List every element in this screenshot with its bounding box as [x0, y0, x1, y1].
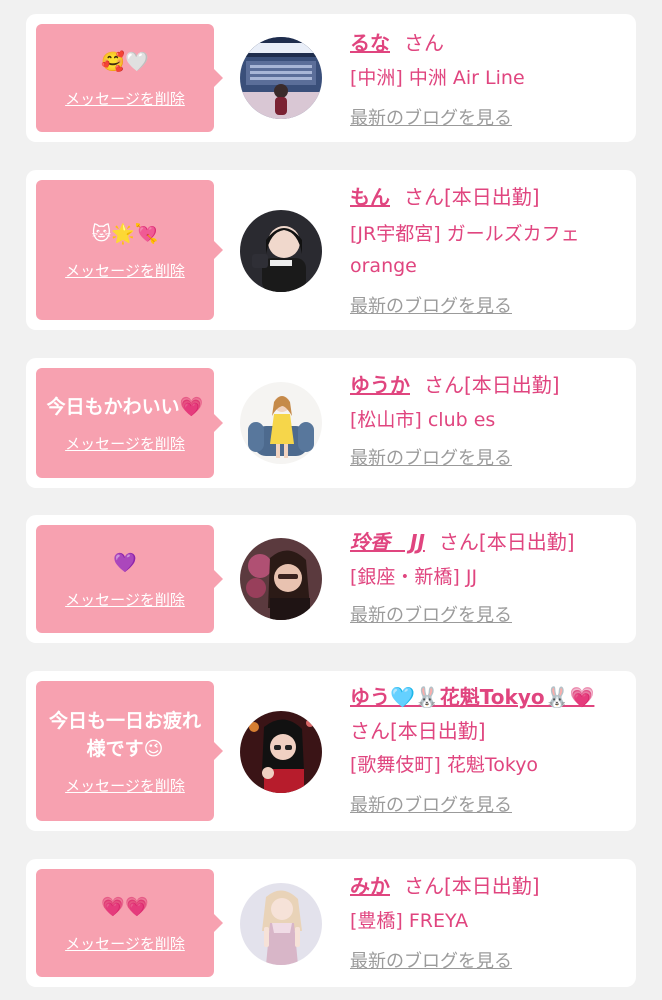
shop-info: [JR宇都宮] ガールズカフェ orange	[350, 223, 580, 277]
shop-info: [豊橋] FREYA	[350, 910, 469, 932]
latest-blog-link[interactable]: 最新のブログを見る	[350, 791, 622, 817]
attendance-badge: [本日出勤]	[444, 874, 540, 898]
delete-message-link[interactable]: メッセージを削除	[65, 775, 185, 796]
latest-blog-link[interactable]: 最新のブログを見る	[350, 947, 622, 973]
honorific: さん	[424, 373, 464, 397]
card-info: ゆう🩵🐰花魁Tokyo🐰💗 さん[本日出勤] [歌舞伎町] 花魁Tokyo 最新…	[350, 681, 622, 817]
delete-message-link[interactable]: メッセージを削除	[65, 433, 185, 454]
message-bubble: 今日も一日お疲れ様です😉 メッセージを削除	[36, 681, 223, 821]
card-info: るな さん [中洲] 中洲 Air Line 最新のブログを見る	[350, 28, 622, 130]
message-text: 🥰🤍	[101, 50, 149, 73]
delete-message-link[interactable]: メッセージを削除	[65, 260, 185, 281]
message-card: 🥰🤍 メッセージを削除 るな さん [中洲] 中洲 Air Line 最新のブロ…	[26, 14, 636, 142]
card-info: 玲香 JJ さん[本日出勤] [銀座・新橋] JJ 最新のブログを見る	[350, 527, 622, 627]
message-text: 今日も一日お疲れ様です😉	[48, 709, 201, 760]
message-bubble: 🐱🌟💘 メッセージを削除	[36, 180, 223, 320]
attendance-badge: [本日出勤]	[478, 530, 575, 554]
avatar[interactable]	[240, 382, 322, 464]
card-info: みか さん[本日出勤] [豊橋] FREYA 最新のブログを見る	[350, 871, 622, 973]
message-text: 今日もかわいい💗	[46, 395, 204, 418]
shop-info: [歌舞伎町] 花魁Tokyo	[350, 754, 539, 776]
delete-message-link[interactable]: メッセージを削除	[65, 88, 185, 109]
shop-info: [中洲] 中洲 Air Line	[350, 67, 525, 89]
honorific: さん	[404, 31, 444, 55]
message-text: 🐱🌟💘	[91, 222, 159, 245]
avatar[interactable]	[240, 37, 322, 119]
cast-name-link[interactable]: ゆう🩵🐰花魁Tokyo🐰💗	[350, 685, 594, 709]
avatar[interactable]	[240, 883, 322, 965]
message-bubble: 今日もかわいい💗 メッセージを削除	[36, 368, 223, 478]
message-bubble: 💜 メッセージを削除	[36, 525, 223, 633]
honorific: さん	[404, 874, 444, 898]
message-bubble: 🥰🤍 メッセージを削除	[36, 24, 223, 132]
latest-blog-link[interactable]: 最新のブログを見る	[350, 104, 622, 130]
attendance-badge: [本日出勤]	[464, 373, 560, 397]
cast-name-link[interactable]: みか	[350, 874, 390, 898]
attendance-badge: [本日出勤]	[444, 185, 540, 209]
card-info: ゆうか さん[本日出勤] [松山市] club es 最新のブログを見る	[350, 370, 622, 470]
shop-info: [銀座・新橋] JJ	[350, 566, 478, 588]
latest-blog-link[interactable]: 最新のブログを見る	[350, 444, 622, 470]
honorific: さん	[350, 719, 390, 743]
card-info: もん さん[本日出勤] [JR宇都宮] ガールズカフェ orange 最新のブログ…	[350, 182, 622, 318]
delete-message-link[interactable]: メッセージを削除	[65, 933, 185, 954]
attendance-badge: [本日出勤]	[390, 719, 486, 743]
avatar[interactable]	[240, 538, 322, 620]
honorific: さん	[404, 185, 444, 209]
honorific: さん	[438, 530, 479, 554]
latest-blog-link[interactable]: 最新のブログを見る	[350, 601, 622, 627]
latest-blog-link[interactable]: 最新のブログを見る	[350, 292, 622, 318]
avatar[interactable]	[240, 711, 322, 793]
message-text: 💗💗	[101, 895, 149, 918]
message-text: 💜	[113, 551, 137, 574]
delete-message-link[interactable]: メッセージを削除	[65, 589, 185, 610]
shop-info: [松山市] club es	[350, 409, 496, 431]
message-card: 今日もかわいい💗 メッセージを削除 ゆうか さん[本日出勤] [松山市] club…	[26, 358, 636, 488]
message-card: 今日も一日お疲れ様です😉 メッセージを削除 ゆう🩵🐰花魁Tokyo🐰💗 さん[本…	[26, 671, 636, 831]
cast-name-link[interactable]: もん	[350, 185, 390, 209]
cast-name-link[interactable]: ゆうか	[350, 373, 410, 397]
message-card: 💗💗 メッセージを削除 みか さん[本日出勤] [豊橋] FREYA 最新のブログ…	[26, 859, 636, 987]
message-card: 🐱🌟💘 メッセージを削除 もん さん[本日出勤] [JR宇都宮] ガールズカフェ …	[26, 170, 636, 330]
message-list: 🥰🤍 メッセージを削除 るな さん [中洲] 中洲 Air Line 最新のブロ…	[0, 0, 662, 1000]
message-card: 💜 メッセージを削除 玲香 JJ さん[本日出勤] [銀座・新橋] JJ 最新のブ…	[26, 515, 636, 643]
message-bubble: 💗💗 メッセージを削除	[36, 869, 223, 977]
avatar[interactable]	[240, 210, 322, 292]
cast-name-link[interactable]: 玲香 JJ	[350, 530, 425, 554]
cast-name-link[interactable]: るな	[350, 31, 390, 55]
